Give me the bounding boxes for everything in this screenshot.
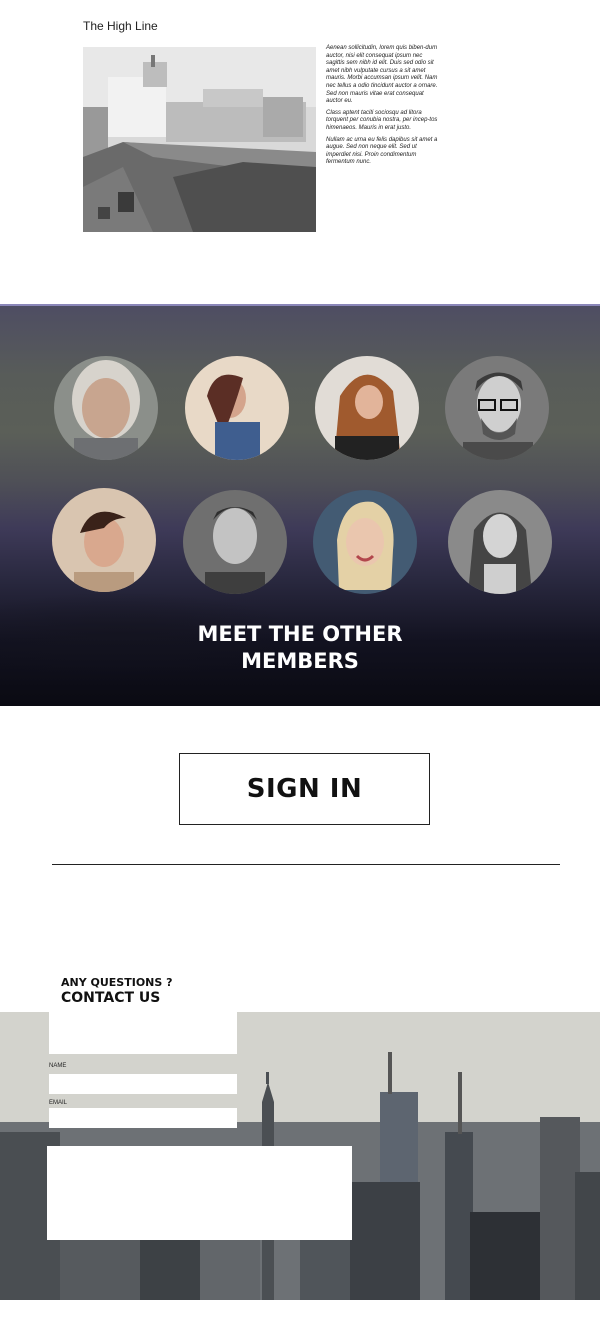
message-textarea[interactable] <box>47 1146 352 1240</box>
man-glasses-avatar[interactable] <box>445 356 549 460</box>
historic-high-line-photo <box>83 47 316 232</box>
article-title: The High Line <box>83 19 158 33</box>
members-section: MEET THE OTHER MEMBERS <box>0 304 600 706</box>
woman-long-hair-avatar[interactable] <box>448 490 552 594</box>
article-paragraph: Class aptent taciti sociosqu ad litora t… <box>326 109 438 131</box>
article-paragraph: Aenean sollicitudin, lorem quis biben-du… <box>326 45 438 105</box>
members-heading: MEET THE OTHER MEMBERS <box>0 621 600 675</box>
woman-denim-avatar[interactable] <box>185 356 289 460</box>
contact-question: ANY QUESTIONS ? <box>61 976 173 989</box>
contact-name-input-top[interactable] <box>49 1012 237 1054</box>
email-input[interactable] <box>49 1108 237 1128</box>
article-text: Aenean sollicitudin, lorem quis biben-du… <box>326 45 442 171</box>
woman-short-hair-avatar[interactable] <box>52 488 156 592</box>
woman-blonde-avatar[interactable] <box>313 490 417 594</box>
city-skyline-photo: NAME EMAIL <box>0 1012 600 1300</box>
woman-curly-hair-avatar[interactable] <box>315 356 419 460</box>
sign-in-label: SIGN IN <box>246 774 363 804</box>
sign-in-button[interactable]: SIGN IN <box>179 753 430 825</box>
members-heading-line: MEMBERS <box>241 649 359 673</box>
name-label: NAME <box>49 1063 67 1069</box>
man-smiling-avatar[interactable] <box>183 490 287 594</box>
article-paragraph: Nullam ac urna eu felis dapibus sit amet… <box>326 136 438 166</box>
section-divider <box>0 304 600 306</box>
contact-heading: CONTACT US <box>61 990 161 1006</box>
email-label: EMAIL <box>49 1100 68 1106</box>
name-input[interactable] <box>49 1074 237 1094</box>
members-heading-line: MEET THE OTHER <box>197 622 403 646</box>
older-woman-avatar[interactable] <box>54 356 158 460</box>
section-divider <box>52 864 560 865</box>
